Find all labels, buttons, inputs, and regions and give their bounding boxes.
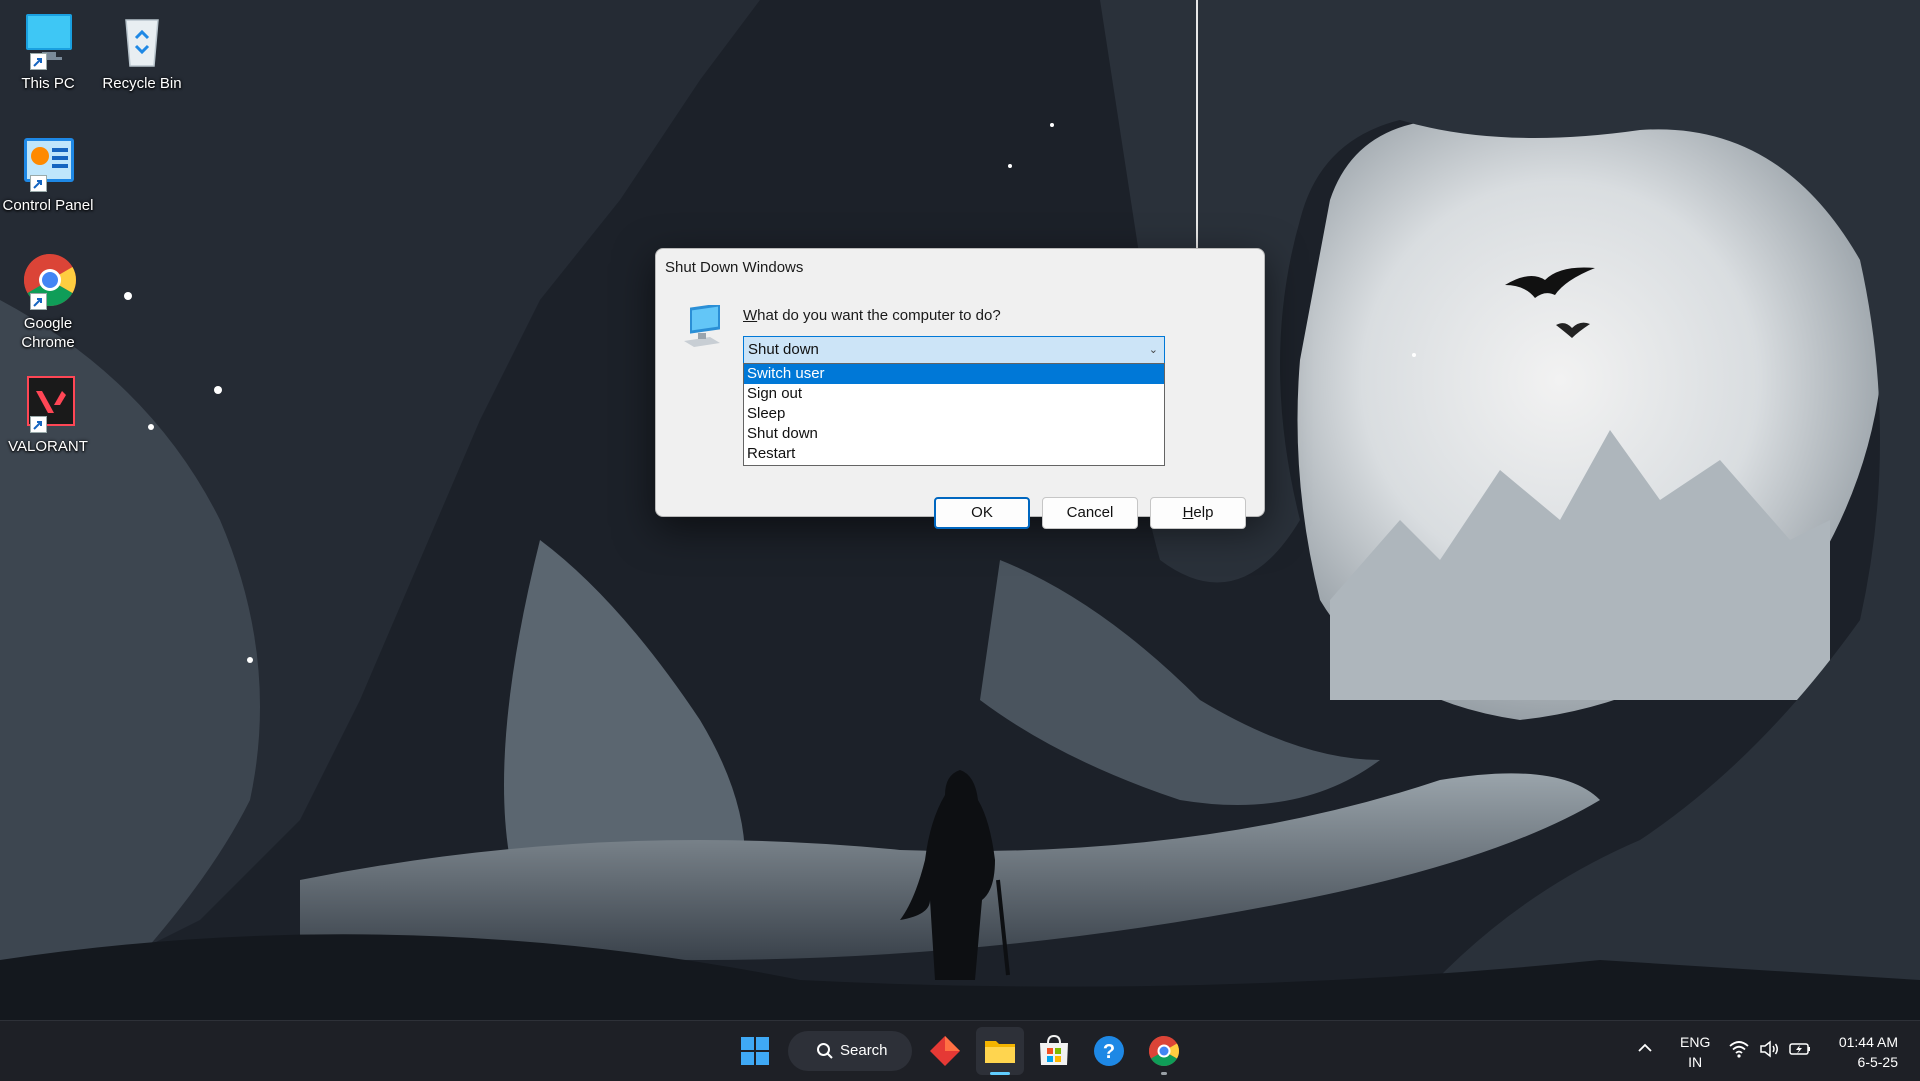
action-select-value: Shut down <box>748 341 819 358</box>
start-button[interactable] <box>731 1027 779 1075</box>
taskbar-app-file-explorer[interactable] <box>976 1027 1024 1075</box>
running-indicator <box>1161 1072 1167 1075</box>
desktop-icon-this-pc[interactable]: This PC <box>0 10 96 93</box>
search-label: Search <box>840 1042 888 1059</box>
recycle-bin-icon <box>125 19 159 67</box>
clock[interactable]: 01:44 AM 6-5-25 <box>1839 1032 1898 1072</box>
search-icon <box>817 1043 833 1059</box>
dropdown-option-sleep[interactable]: Sleep <box>744 404 1164 424</box>
chrome-icon <box>1148 1036 1180 1067</box>
dropdown-option-sign-out[interactable]: Sign out <box>744 384 1164 404</box>
desktop-icon-control-panel[interactable]: Control Panel <box>0 132 96 215</box>
quick-settings-button[interactable] <box>1728 1039 1812 1059</box>
ok-button[interactable]: OK <box>934 497 1030 529</box>
computer-icon <box>684 305 720 347</box>
wifi-icon <box>1729 1041 1749 1058</box>
desktop-icon-label: VALORANT <box>8 438 88 455</box>
desktop-icon-label: Google Chrome <box>21 315 75 351</box>
dropdown-option-switch-user[interactable]: Switch user <box>744 364 1164 384</box>
help-button[interactable]: Help <box>1150 497 1246 529</box>
taskbar: Search ? ENG IN 01:44 AM 6-5-25 <box>0 1020 1920 1081</box>
control-panel-icon <box>24 138 74 182</box>
action-dropdown-list: Switch user Sign out Sleep Shut down Res… <box>743 363 1165 466</box>
help-icon: ? <box>1094 1036 1124 1066</box>
shut-down-dialog: Shut Down Windows What do you want the c… <box>655 248 1265 529</box>
language-indicator[interactable]: ENG IN <box>1680 1032 1710 1072</box>
clock-date: 6-5-25 <box>1857 1054 1898 1070</box>
taskbar-app-get-help[interactable]: ? <box>1085 1027 1133 1075</box>
desktop-icon-google-chrome[interactable]: Google Chrome <box>0 250 96 352</box>
desktop-icon-recycle-bin[interactable]: Recycle Bin <box>94 10 190 93</box>
battery-charging-icon <box>1789 1043 1810 1055</box>
microsoft-store-icon <box>1040 1034 1068 1065</box>
dropdown-option-restart[interactable]: Restart <box>744 444 1164 464</box>
desktop-icon-label: Recycle Bin <box>102 75 182 92</box>
clock-time: 01:44 AM <box>1838 1034 1898 1050</box>
action-select[interactable]: Shut down ⌄ <box>743 336 1165 364</box>
dialog-prompt: What do you want the computer to do? <box>743 307 1001 324</box>
taskbar-app-microsoft-store[interactable] <box>1030 1027 1078 1075</box>
dropdown-option-shut-down[interactable]: Shut down <box>744 424 1164 444</box>
show-hidden-icons-button[interactable] <box>1636 1039 1654 1060</box>
volume-icon <box>1760 1040 1778 1058</box>
active-indicator <box>990 1072 1010 1075</box>
taskbar-app-red-diamond[interactable] <box>921 1027 969 1075</box>
monitor-icon <box>26 14 72 60</box>
chrome-icon <box>24 254 76 306</box>
taskbar-search[interactable]: Search <box>788 1031 912 1071</box>
taskbar-app-chrome[interactable] <box>1140 1027 1188 1075</box>
desktop-icon-valorant[interactable]: VALORANT <box>0 373 96 456</box>
dialog-body: What do you want the computer to do? Shu… <box>656 285 1264 529</box>
start-icon <box>741 1037 769 1065</box>
desktop-icon-label: This PC <box>21 75 75 92</box>
file-explorer-icon <box>985 1041 1015 1063</box>
svg-text:?: ? <box>1103 1041 1115 1063</box>
chevron-down-icon[interactable]: ⌄ <box>1149 337 1158 363</box>
desktop-icon-label: Control Panel <box>2 197 94 214</box>
dialog-title: Shut Down Windows <box>665 259 804 276</box>
red-diamond-app-icon <box>930 1036 960 1066</box>
cancel-button[interactable]: Cancel <box>1042 497 1138 529</box>
chevron-up-icon <box>1638 1043 1652 1052</box>
valorant-icon <box>27 376 75 426</box>
